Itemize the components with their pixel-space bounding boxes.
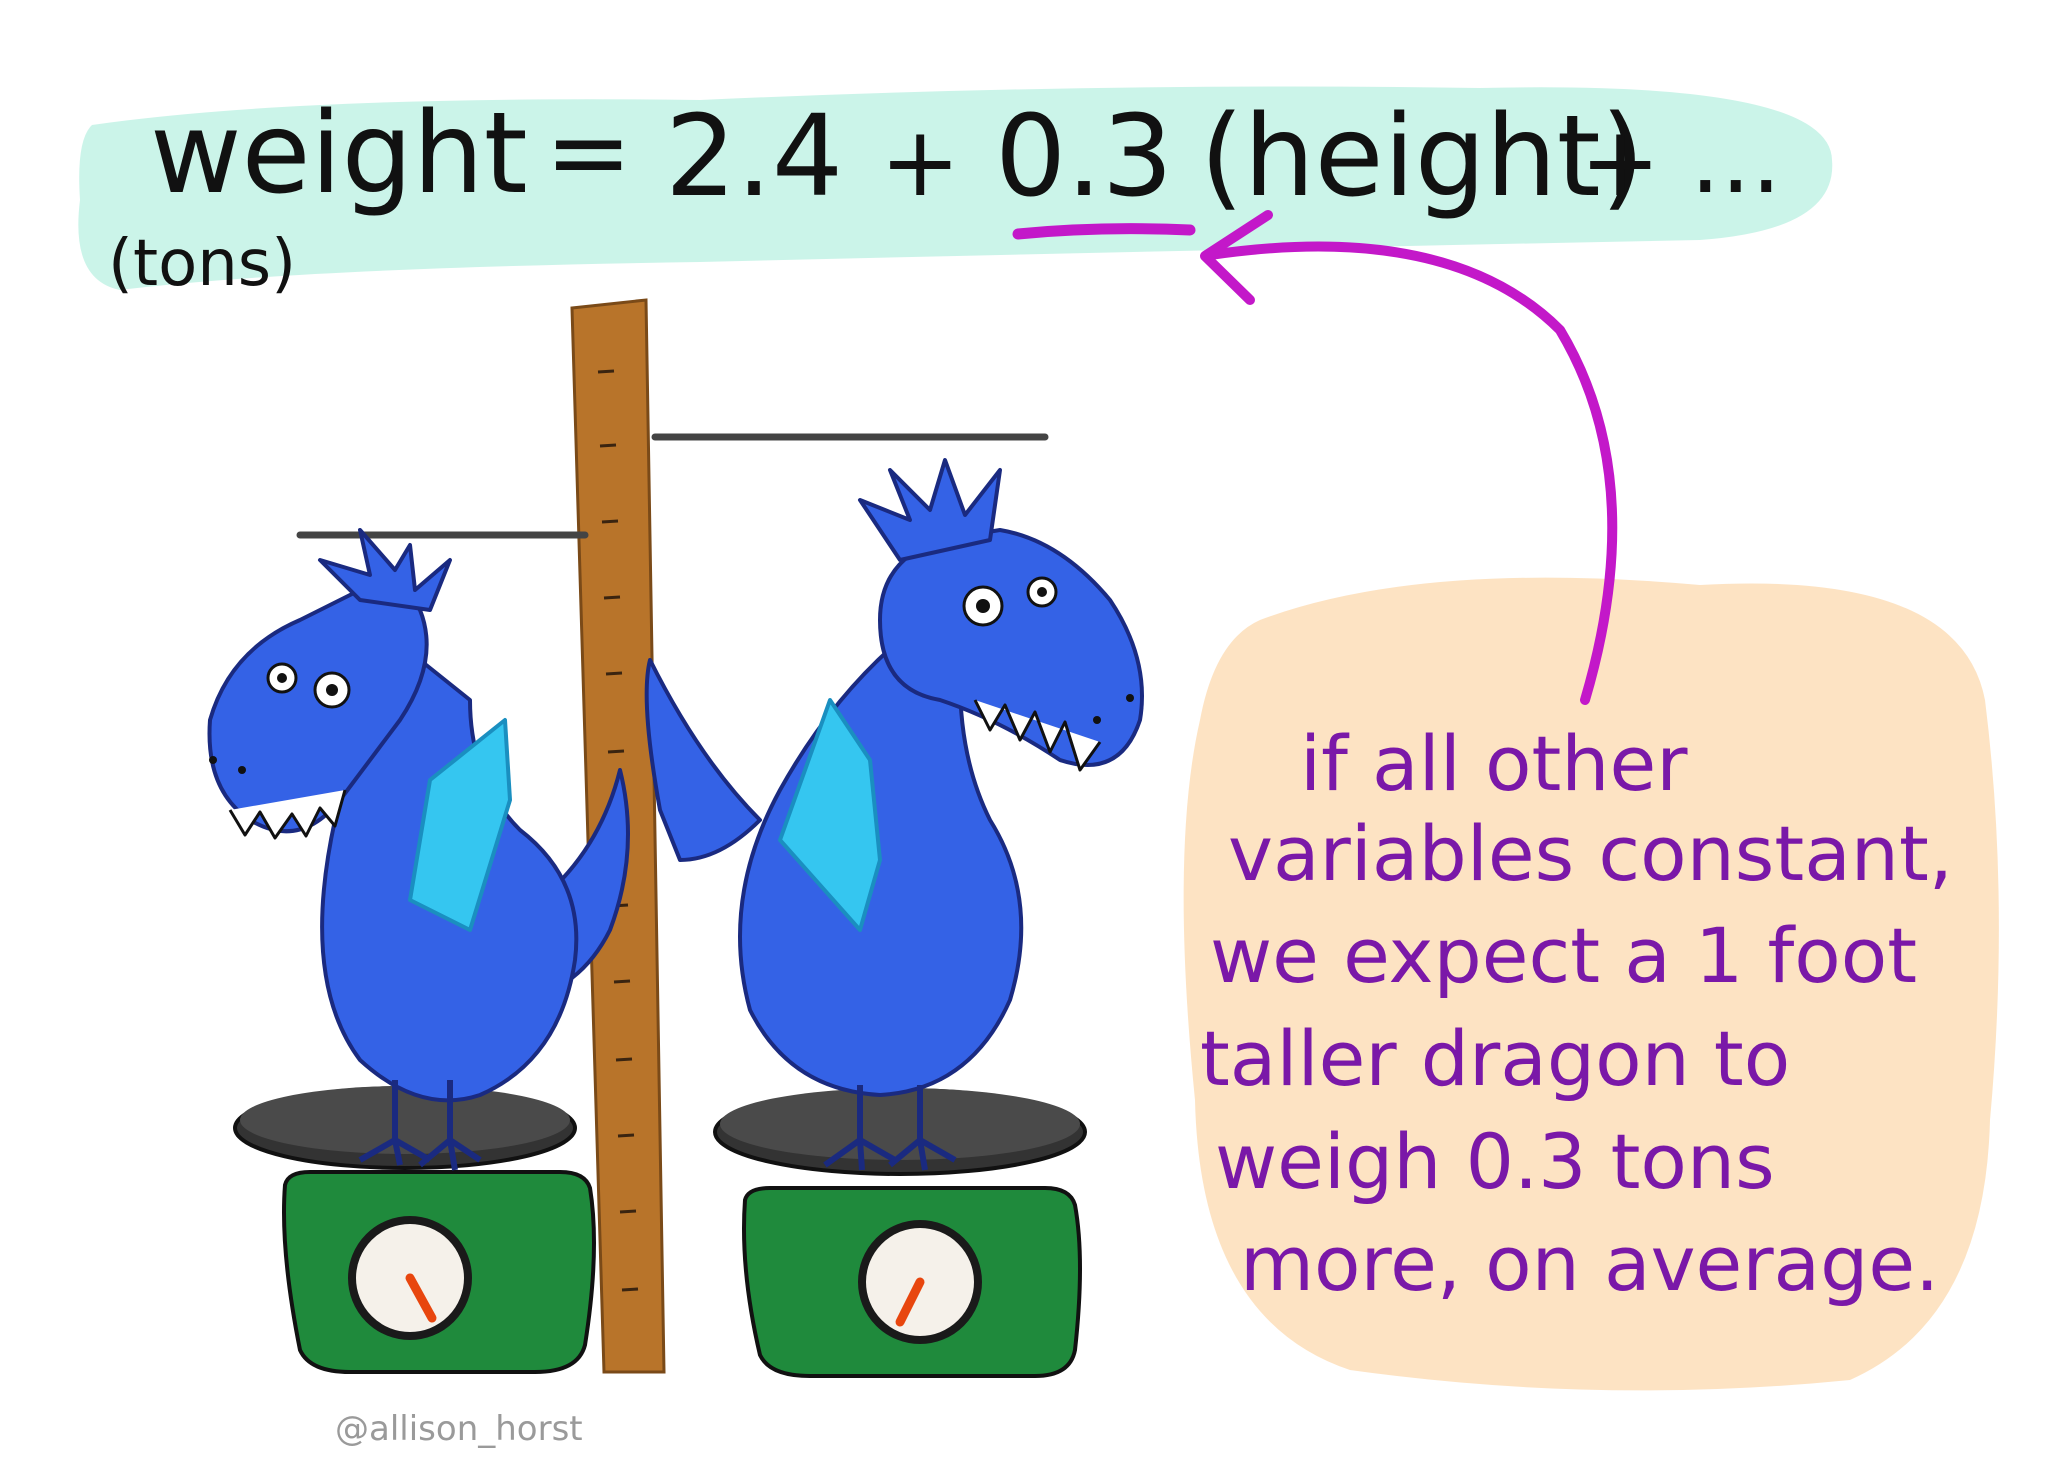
artist-credit: @allison_horst: [335, 1409, 583, 1449]
annotation-line-4: taller dragon to: [1200, 1014, 1790, 1103]
dragon-left: [207, 528, 630, 1171]
equation-plus-2: +: [1580, 106, 1660, 218]
equation-equals: =: [545, 91, 632, 213]
annotation-line-6: more, on average.: [1240, 1219, 1939, 1308]
annotation-line-2: variables constant,: [1228, 809, 1953, 898]
scale-left: [233, 1086, 596, 1374]
annotation-line-5: weigh 0.3 tons: [1215, 1117, 1775, 1206]
scale-right: [713, 1088, 1087, 1378]
equation-plus-1: +: [880, 106, 960, 218]
coefficient-underline: [1012, 223, 1196, 240]
annotation-line-3: we expect a 1 foot: [1210, 911, 1917, 1000]
equation-coefficient: 0.3: [995, 92, 1173, 222]
equation-intercept: 2.4: [665, 92, 843, 222]
equation-unit: (tons): [108, 227, 296, 301]
equation-predictor: (height): [1200, 92, 1644, 222]
equation-weight: weight: [150, 89, 528, 219]
dragon-right: [644, 458, 1144, 1171]
equation-ellipsis: ...: [1690, 103, 1782, 215]
illustration: weight (tons) = 2.4 + 0.3 (height) + ...: [0, 0, 2054, 1463]
annotation-line-1: if all other: [1300, 719, 1688, 808]
